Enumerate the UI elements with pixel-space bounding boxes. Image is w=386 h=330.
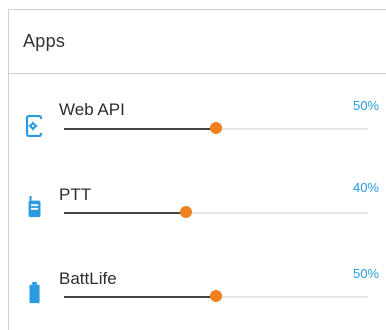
app-row-ptt: PTT 40% bbox=[9, 158, 386, 242]
slider-fill bbox=[64, 212, 186, 214]
panel-header: Apps bbox=[9, 10, 386, 74]
slider-battlife[interactable] bbox=[64, 290, 368, 302]
slider-webapi[interactable] bbox=[64, 122, 368, 134]
app-row-battlife: BattLife 50% bbox=[9, 242, 386, 326]
slider-ptt[interactable] bbox=[64, 206, 368, 218]
apps-panel: Apps Web API 50% PTT 40% BattLife 50% bbox=[8, 9, 386, 330]
app-percent-battlife: 50% bbox=[352, 266, 379, 281]
app-label-battlife: BattLife bbox=[59, 269, 117, 288]
app-row-webapi: Web API 50% bbox=[9, 74, 386, 158]
slider-thumb[interactable] bbox=[179, 206, 192, 218]
app-label-ptt: PTT bbox=[59, 185, 92, 204]
app-percent-webapi: 50% bbox=[352, 98, 379, 113]
app-percent-ptt: 40% bbox=[352, 180, 379, 195]
slider-fill bbox=[64, 128, 216, 130]
panel-title: Apps bbox=[23, 31, 66, 51]
slider-thumb[interactable] bbox=[210, 290, 222, 302]
webapi-phone-gear-icon bbox=[25, 115, 43, 137]
walkie-talkie-icon bbox=[28, 196, 41, 218]
slider-thumb[interactable] bbox=[210, 122, 222, 134]
slider-fill bbox=[64, 296, 216, 298]
app-label-webapi: Web API bbox=[59, 100, 125, 119]
battery-icon bbox=[29, 282, 40, 304]
